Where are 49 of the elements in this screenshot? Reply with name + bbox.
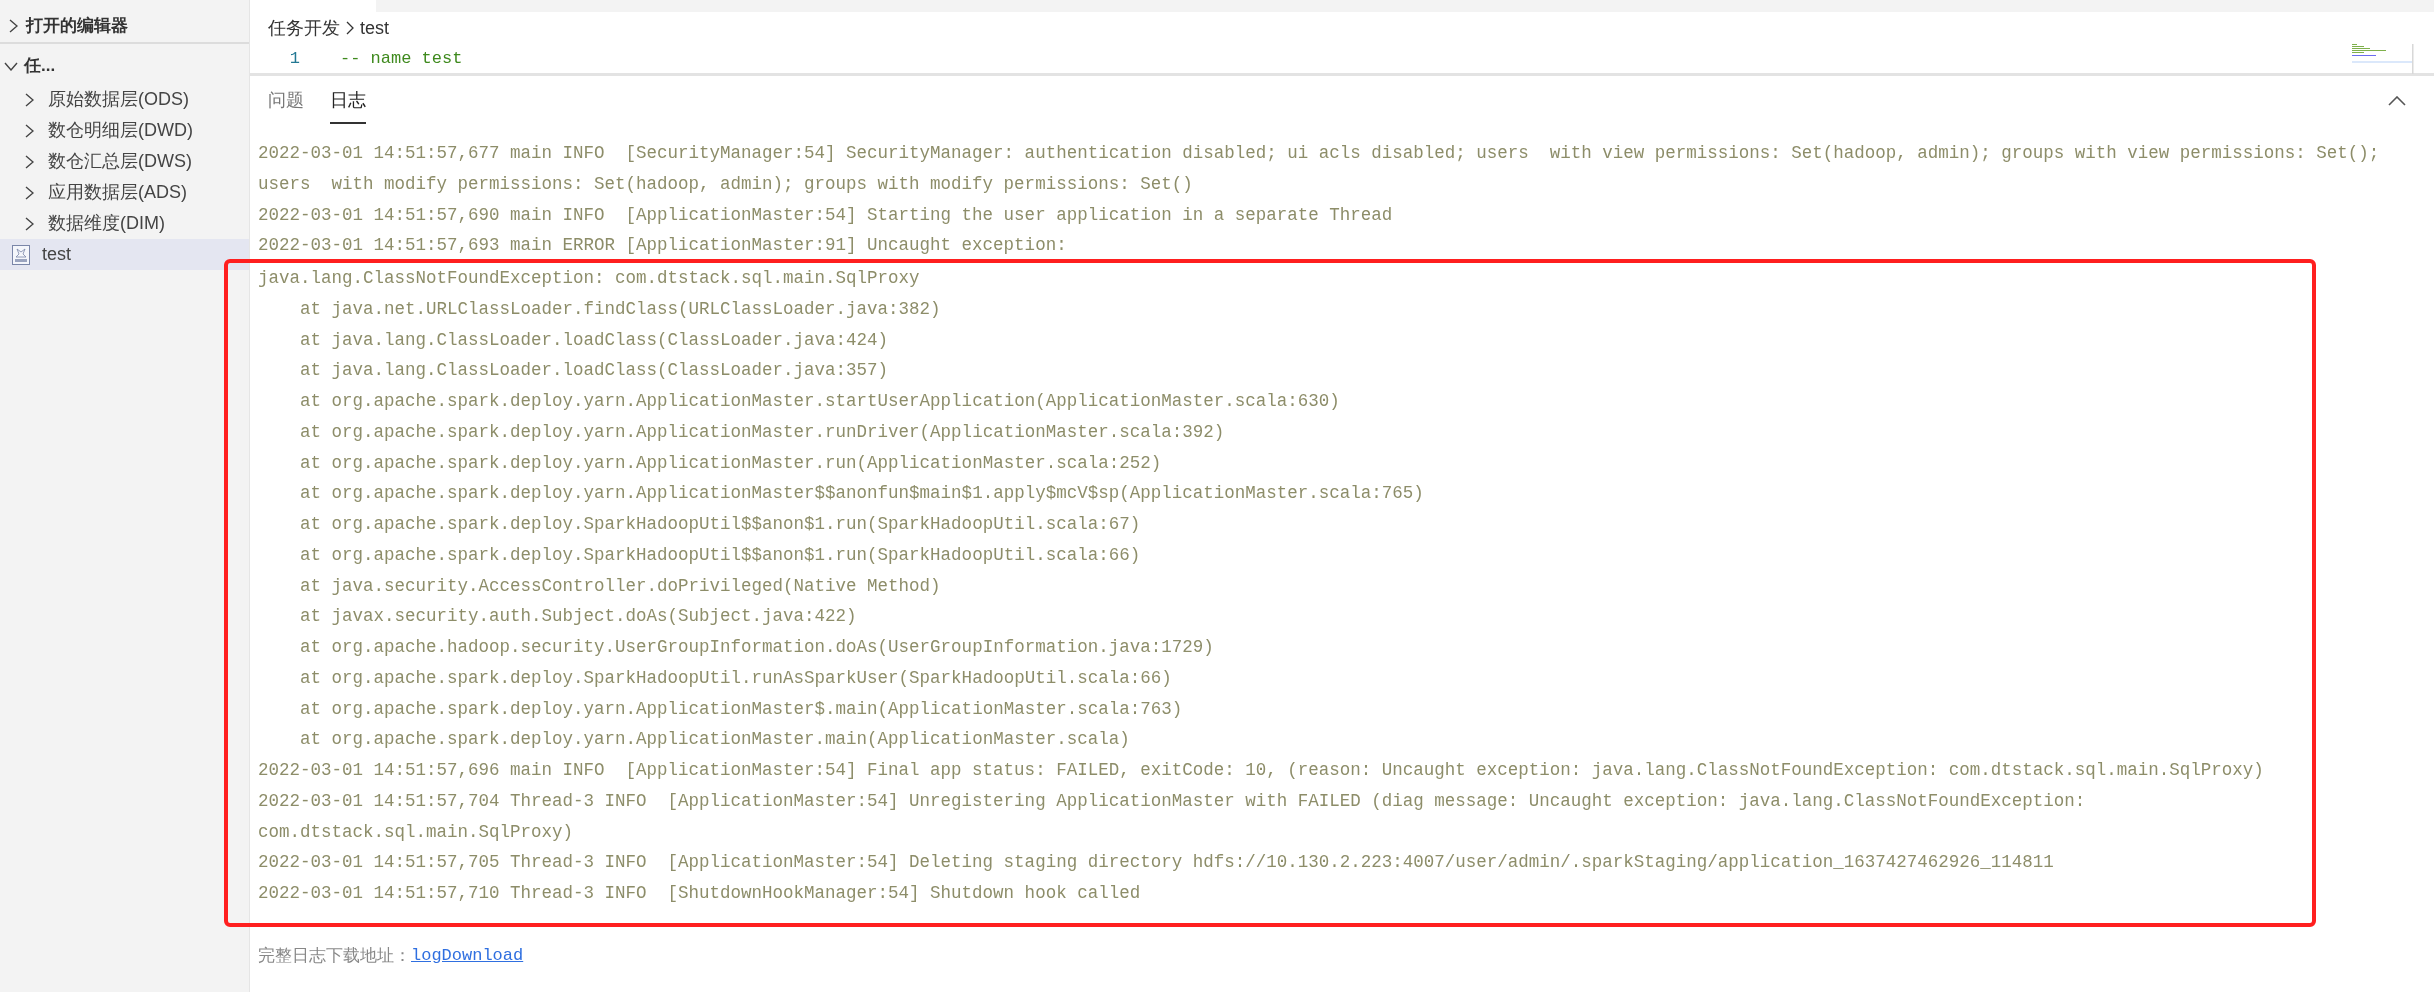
collapse-chevron-icon[interactable] <box>2388 96 2406 106</box>
breadcrumb-item[interactable]: test <box>360 14 389 42</box>
panel-tab[interactable]: 问题 <box>268 87 304 124</box>
log-line: 2022-03-01 14:51:57,677 main INFO [SecurityManager:54] SecurityManager: authentication disabled; ui acls disabled; users with view permissions: Set(hadoop, admin); groups with view permissions: Set(); users with modify permissions: Set(hadoop, admin); groups with modify permissions: Set() <box>258 142 2381 196</box>
code-line: -- name test <box>340 48 463 71</box>
log-line: at org.apache.spark.deploy.yarn.ApplicationMaster.startUserApplication(ApplicationMaster.scala:630) <box>299 390 1341 413</box>
chevron-right-icon <box>24 216 34 231</box>
tree-item[interactable]: 应用数据层(ADS) <box>0 177 249 208</box>
log-line: at org.apache.spark.deploy.yarn.ApplicationMaster.runDriver(ApplicationMaster.scala:392) <box>299 420 1226 444</box>
log-line: 2022-03-01 14:51:57,690 main INFO [ApplicationMaster:54] Starting the user application in a separate Thread <box>258 203 1394 227</box>
chevron-right-icon <box>24 92 34 107</box>
log-line: at org.apache.spark.deploy.SparkHadoopUtil$$anon$1.run(SparkHadoopUtil.scala:66) <box>299 543 1142 567</box>
tree-item[interactable]: 数据维度(DIM) <box>0 208 249 239</box>
chevron-right-icon <box>24 123 34 138</box>
log-line: 2022-03-01 14:51:57,705 Thread-3 INFO [ApplicationMaster:54] Deleting staging directory hdfs://10.130.2.223:4007/user/admin/.sparkStaging/application_1637427462926_114811 <box>258 851 2055 875</box>
log-line: at java.lang.ClassLoader.loadClass(ClassLoader.java:424) <box>299 328 890 352</box>
tree-item[interactable]: 原始数据层(ODS) <box>0 84 249 115</box>
log-line: at org.apache.hadoop.security.UserGroupInformation.doAs(UserGroupInformation.java:1729) <box>299 636 1215 659</box>
log-line: at java.security.AccessController.doPrivileged(Native Method) <box>299 574 942 598</box>
log-line: at java.net.URLClassLoader.findClass(URLClassLoader.java:382) <box>299 297 942 321</box>
breadcrumb-item[interactable]: 任务开发 <box>268 14 340 42</box>
log-line: at org.apache.spark.deploy.yarn.ApplicationMaster.run(ApplicationMaster.scala:252) <box>299 451 1163 475</box>
log-line: at org.apache.spark.deploy.SparkHadoopUtil$$anon$1.run(SparkHadoopUtil.scala:67) <box>299 513 1142 536</box>
log-line: 2022-03-01 14:51:57,693 main ERROR [ApplicationMaster:91] Uncaught exception: <box>258 234 1068 258</box>
log-line: at org.apache.spark.deploy.yarn.ApplicationMaster$.main(ApplicationMaster.scala:763) <box>299 697 1184 721</box>
log-line: 2022-03-01 14:51:57,704 Thread-3 INFO [ApplicationMaster:54] Unregistering ApplicationMaster with FAILED (diag message: Uncaught exception: java.lang.ClassNotFoundException: com.dtstack.sql.main.SqlProxy) <box>258 789 2087 844</box>
log-line: 2022-03-01 14:51:57,696 main INFO [ApplicationMaster:54] Final app status: FAILED, exitCode: 10, (reason: Uncaught exception: java.lang.ClassNotFoundException: com.dtstack.sql.main.SqlProxy) <box>258 759 2265 782</box>
tree-item[interactable]: test <box>0 239 249 270</box>
chevron-right-icon <box>8 19 18 33</box>
tree-item[interactable]: 数仓明细层(DWD) <box>0 115 249 146</box>
log-line: at javax.security.auth.Subject.doAs(Subject.java:422) <box>299 605 858 629</box>
log-line: 2022-03-01 14:51:57,710 Thread-3 INFO [ShutdownHookManager:54] Shutdown hook called <box>258 882 1142 905</box>
log-download-link[interactable]: logDownload <box>411 942 524 969</box>
section-header[interactable]: 打开的编辑器 <box>0 14 249 44</box>
log-line: at java.lang.ClassLoader.loadClass(ClassLoader.java:357) <box>299 359 890 383</box>
log-line: at org.apache.spark.deploy.yarn.ApplicationMaster$$anonfun$main$1.apply$mcV$sp(ApplicationMaster.scala:765) <box>299 482 1425 506</box>
chevron-down-icon <box>4 61 18 71</box>
panel-tab[interactable]: 日志 <box>330 87 366 124</box>
tree-item[interactable]: 数仓汇总层(DWS) <box>0 146 249 177</box>
footer-label: 完整日志下载地址： <box>258 944 411 967</box>
sql-file-icon <box>12 244 30 265</box>
chevron-right-icon <box>24 154 34 169</box>
chevron-right-icon <box>346 21 354 35</box>
section-header[interactable]: 任... <box>0 48 249 84</box>
log-line: java.lang.ClassNotFoundException: com.dtstack.sql.main.SqlProxy <box>258 267 921 290</box>
chevron-right-icon <box>24 185 34 200</box>
line-number: 1 <box>288 48 300 71</box>
log-line: at org.apache.spark.deploy.SparkHadoopUtil.runAsSparkUser(SparkHadoopUtil.scala:66) <box>299 666 1173 690</box>
log-line: at org.apache.spark.deploy.yarn.ApplicationMaster.main(ApplicationMaster.scala) <box>299 728 1131 752</box>
